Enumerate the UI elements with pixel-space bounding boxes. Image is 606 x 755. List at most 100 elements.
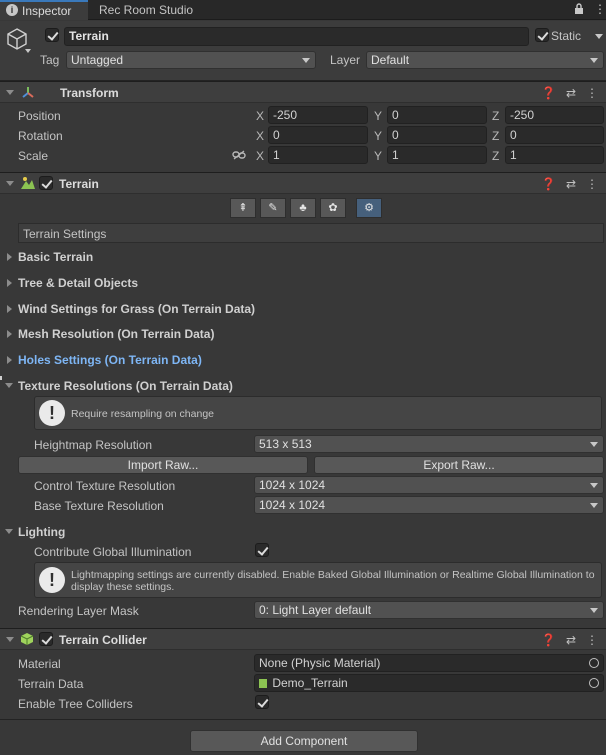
help-icon[interactable]: ❓ <box>541 86 556 100</box>
axis-z-label[interactable]: Z <box>492 149 499 163</box>
tab-rec-room-studio[interactable]: Rec Room Studio <box>88 0 208 20</box>
position-label: Position <box>18 109 61 123</box>
terrain-collider-header[interactable]: Terrain Collider ❓ ⇄ ⋮ <box>0 628 606 650</box>
paint-trees-icon[interactable]: ♣ <box>290 198 316 218</box>
axis-x-label[interactable]: X <box>256 129 264 143</box>
active-checkbox[interactable] <box>45 28 59 42</box>
terrain-enabled-checkbox[interactable] <box>39 176 53 190</box>
static-label: Static <box>551 29 582 43</box>
resample-help-box: ! Require resampling on change <box>34 396 602 430</box>
lightmapping-help-box: ! Lightmapping settings are currently di… <box>34 562 602 598</box>
material-label: Material <box>18 657 61 671</box>
tab-bar: i Inspector Rec Room Studio ⋮ <box>0 0 606 20</box>
rotation-x-field[interactable]: 0 <box>268 126 368 144</box>
axis-z-label[interactable]: Z <box>492 109 499 123</box>
foldout-arrow-icon[interactable] <box>7 305 12 313</box>
header-icons: ❓ ⇄ ⋮ <box>541 86 598 100</box>
control-texture-resolution-value: 1024 x 1024 <box>259 478 326 492</box>
help-icon[interactable]: ❓ <box>541 177 556 191</box>
axis-z-label[interactable]: Z <box>492 129 499 143</box>
scale-y-field[interactable]: 1 <box>387 146 487 164</box>
kebab-menu-icon[interactable]: ⋮ <box>586 177 598 191</box>
foldout-arrow-icon[interactable] <box>7 253 12 261</box>
object-name-field[interactable]: Terrain <box>64 27 529 46</box>
axis-y-label[interactable]: Y <box>374 149 382 163</box>
raise-lower-icon[interactable]: ⇞ <box>230 198 256 218</box>
foldout-arrow-icon[interactable] <box>5 529 13 534</box>
terrain-settings-icon[interactable]: ⚙ <box>356 198 382 218</box>
layer-label: Layer <box>330 53 361 67</box>
contribute-gi-checkbox[interactable] <box>255 543 269 557</box>
scale-x-field[interactable]: 1 <box>268 146 368 164</box>
collider-enabled-checkbox[interactable] <box>39 632 53 646</box>
presets-icon[interactable]: ⇄ <box>566 633 576 647</box>
axis-y-label[interactable]: Y <box>374 129 382 143</box>
import-raw-button[interactable]: Import Raw... <box>18 456 308 474</box>
section-lighting[interactable]: Lighting <box>0 524 606 540</box>
layer-dropdown[interactable]: Default <box>366 51 604 69</box>
layer-value: Default <box>371 53 410 67</box>
chevron-down-icon[interactable] <box>25 49 31 53</box>
section-basic-terrain[interactable]: Basic Terrain <box>0 249 606 265</box>
static-checkbox[interactable] <box>535 28 549 42</box>
kebab-menu-icon[interactable]: ⋮ <box>586 86 598 100</box>
paint-texture-icon[interactable]: ✎ <box>260 198 286 218</box>
transform-header[interactable]: Transform ❓ ⇄ ⋮ <box>0 81 606 103</box>
foldout-arrow-icon[interactable] <box>6 637 14 642</box>
section-wind-settings[interactable]: Wind Settings for Grass (On Terrain Data… <box>0 301 606 317</box>
tab-inspector[interactable]: i Inspector <box>0 0 88 20</box>
add-component-button[interactable]: Add Component <box>190 730 418 752</box>
terrain-data-value: Demo_Terrain <box>272 676 348 690</box>
material-field[interactable]: None (Physic Material) <box>254 654 604 672</box>
kebab-menu-icon[interactable]: ⋮ <box>594 2 606 16</box>
terrain-header[interactable]: Terrain ❓ ⇄ ⋮ <box>0 172 606 194</box>
static-dropdown-arrow[interactable] <box>595 34 603 39</box>
transform-title: Transform <box>60 86 119 100</box>
enable-tree-colliders-checkbox[interactable] <box>255 695 269 709</box>
axis-x-label[interactable]: X <box>256 149 264 163</box>
component-divider <box>0 719 606 720</box>
export-raw-button[interactable]: Export Raw... <box>314 456 604 474</box>
position-y-field[interactable]: 0 <box>387 106 487 124</box>
rotation-z-field[interactable]: 0 <box>505 126 604 144</box>
terrain-component-icon <box>20 176 36 190</box>
foldout-arrow-icon[interactable] <box>6 181 14 186</box>
tag-label: Tag <box>40 53 60 67</box>
presets-icon[interactable]: ⇄ <box>566 86 576 100</box>
tag-dropdown[interactable]: Untagged <box>66 51 316 69</box>
control-texture-resolution-dropdown[interactable]: 1024 x 1024 <box>254 476 604 494</box>
section-tree-detail[interactable]: Tree & Detail Objects <box>0 275 606 291</box>
foldout-arrow-icon[interactable] <box>7 279 12 287</box>
object-picker-icon[interactable] <box>589 658 599 668</box>
paint-details-icon[interactable]: ✿ <box>320 198 346 218</box>
axis-x-label[interactable]: X <box>256 109 264 123</box>
section-basic-terrain-label: Basic Terrain <box>18 250 94 264</box>
object-picker-icon[interactable] <box>589 678 599 688</box>
section-mesh-resolution[interactable]: Mesh Resolution (On Terrain Data) <box>0 326 606 342</box>
chevron-down-icon <box>590 483 598 488</box>
rendering-layer-mask-dropdown[interactable]: 0: Light Layer default <box>254 601 604 619</box>
axis-y-label[interactable]: Y <box>374 109 382 123</box>
foldout-arrow-icon[interactable] <box>5 383 13 388</box>
gameobject-cube-icon[interactable] <box>6 27 28 51</box>
header-icons: ❓ ⇄ ⋮ <box>541 177 598 191</box>
foldout-arrow-icon[interactable] <box>7 356 12 364</box>
presets-icon[interactable]: ⇄ <box>566 177 576 191</box>
base-texture-resolution-dropdown[interactable]: 1024 x 1024 <box>254 496 604 514</box>
help-icon[interactable]: ❓ <box>541 633 556 647</box>
terrain-data-field[interactable]: Demo_Terrain <box>254 674 604 692</box>
terrain-settings-header-box: Terrain Settings <box>18 223 604 243</box>
lock-icon[interactable] <box>574 3 584 15</box>
position-x-field[interactable]: -250 <box>268 106 368 124</box>
link-icon[interactable] <box>232 149 246 160</box>
foldout-arrow-icon[interactable] <box>7 330 12 338</box>
foldout-arrow-icon[interactable] <box>6 90 14 95</box>
position-z-field[interactable]: -250 <box>505 106 604 124</box>
terrain-settings-header: Terrain Settings <box>23 227 107 241</box>
rotation-y-field[interactable]: 0 <box>387 126 487 144</box>
scale-z-field[interactable]: 1 <box>505 146 604 164</box>
section-texture-resolutions[interactable]: Texture Resolutions (On Terrain Data) <box>0 376 606 394</box>
heightmap-resolution-dropdown[interactable]: 513 x 513 <box>254 435 604 453</box>
section-holes-settings[interactable]: Holes Settings (On Terrain Data) <box>0 352 606 368</box>
kebab-menu-icon[interactable]: ⋮ <box>586 633 598 647</box>
